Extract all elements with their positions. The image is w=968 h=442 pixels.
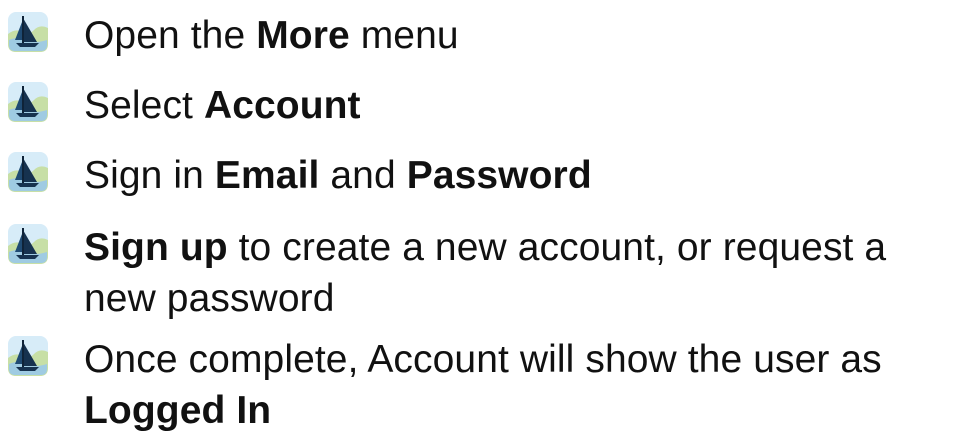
step-text: Sign in Email and Password — [84, 154, 592, 197]
step-text: Once complete, Account will show the use… — [84, 338, 882, 432]
bold-term: Logged In — [84, 389, 272, 432]
bold-term: More — [256, 14, 350, 57]
sailboat-icon — [6, 150, 50, 194]
bold-term: Email — [214, 154, 320, 197]
step-text: Select Account — [84, 84, 361, 127]
bold-term: Password — [406, 154, 592, 197]
step-text: Sign up to create a new account, or requ… — [84, 226, 887, 320]
sailboat-icon — [6, 80, 50, 124]
bold-term: Account — [203, 84, 361, 127]
instruction-list: Open the More menu Select Account Sign i… — [0, 0, 968, 442]
bold-term: Sign up — [84, 226, 228, 269]
sailboat-icon — [6, 222, 50, 266]
step-text: Open the More menu — [84, 14, 459, 57]
sailboat-icon — [6, 334, 50, 378]
sailboat-icon — [6, 10, 50, 54]
